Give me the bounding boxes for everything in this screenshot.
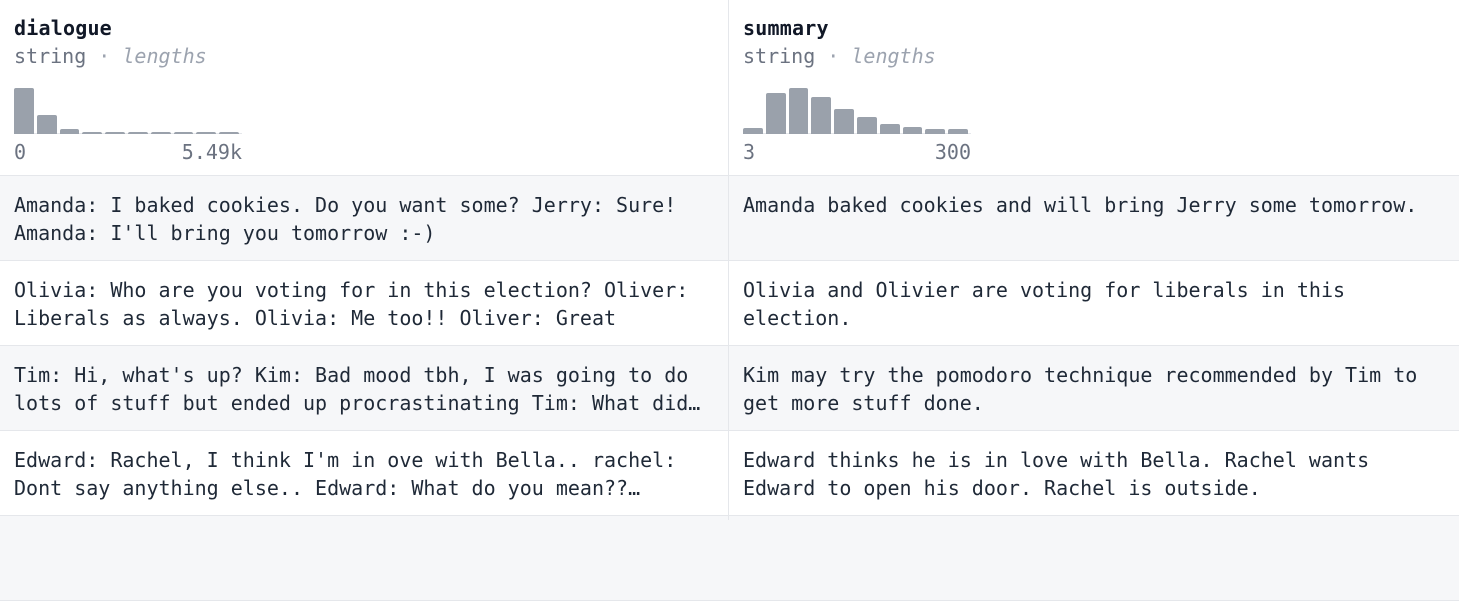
- column-name: dialogue: [14, 16, 112, 40]
- column-type: string · lengths: [743, 44, 936, 68]
- dialogue-cell[interactable]: Olivia: Who are you voting for in this e…: [0, 261, 728, 346]
- length-histogram[interactable]: [743, 84, 971, 134]
- column-header-summary[interactable]: summary string · lengths 3 300: [729, 0, 1459, 176]
- histogram-bar[interactable]: [59, 129, 80, 134]
- table-row[interactable]: Olivia: Who are you voting for in this e…: [0, 261, 1459, 346]
- histogram-bar[interactable]: [82, 132, 103, 134]
- table-row[interactable]: Amanda: I baked cookies. Do you want som…: [0, 176, 1459, 261]
- histogram-bar[interactable]: [834, 108, 854, 134]
- cell-text: Olivia and Olivier are voting for libera…: [743, 278, 1346, 330]
- dialogue-cell[interactable]: Tim: Hi, what's up? Kim: Bad mood tbh, I…: [0, 346, 728, 431]
- dialogue-cell[interactable]: Amanda: I baked cookies. Do you want som…: [0, 176, 728, 261]
- histogram-bar[interactable]: [743, 128, 763, 134]
- histogram-bar[interactable]: [879, 123, 900, 134]
- summary-cell[interactable]: Amanda baked cookies and will bring Jerr…: [729, 176, 1459, 261]
- summary-cell[interactable]: Edward thinks he is in love with Bella. …: [729, 431, 1459, 516]
- histogram-bar[interactable]: [219, 132, 239, 134]
- table-row[interactable]: [0, 516, 1459, 601]
- table-row[interactable]: Edward: Rachel, I think I'm in ove with …: [0, 431, 1459, 516]
- summary-cell[interactable]: Olivia and Olivier are voting for libera…: [729, 261, 1459, 346]
- cell-text: Kim may try the pomodoro technique recom…: [743, 363, 1418, 415]
- histogram-bar[interactable]: [857, 117, 877, 134]
- cell-text: Edward: Rachel, I think I'm in ove with …: [14, 448, 677, 500]
- cell-text: Amanda: I baked cookies. Do you want som…: [14, 193, 677, 245]
- type-label: string: [743, 44, 816, 68]
- histogram-bar[interactable]: [128, 132, 148, 134]
- cell-text: Edward thinks he is in love with Bella. …: [743, 448, 1370, 500]
- type-separator: ·: [98, 44, 111, 68]
- length-histogram[interactable]: [14, 84, 242, 134]
- dataset-table: dialogue string · lengths 0 5.49k summar…: [0, 0, 1459, 601]
- cell-text: Amanda baked cookies and will bring Jerr…: [743, 193, 1418, 217]
- histogram-max-label: 300: [934, 140, 971, 164]
- histogram-bar[interactable]: [14, 88, 34, 134]
- histogram-bar[interactable]: [765, 92, 786, 134]
- dialogue-cell[interactable]: Edward: Rachel, I think I'm in ove with …: [0, 431, 728, 516]
- histogram-bar[interactable]: [105, 132, 125, 134]
- type-hint: lengths: [851, 44, 936, 68]
- table-row[interactable]: Tim: Hi, what's up? Kim: Bad mood tbh, I…: [0, 346, 1459, 431]
- type-hint: lengths: [122, 44, 207, 68]
- type-label: string: [14, 44, 87, 68]
- histogram-bar[interactable]: [788, 88, 809, 134]
- cell-text: Tim: Hi, what's up? Kim: Bad mood tbh, I…: [14, 363, 689, 415]
- summary-cell[interactable]: Kim may try the pomodoro technique recom…: [729, 346, 1459, 431]
- histogram-bar[interactable]: [902, 127, 923, 134]
- histogram-bar[interactable]: [150, 132, 171, 134]
- cell-text: Olivia: Who are you voting for in this e…: [14, 278, 689, 330]
- histogram-bar[interactable]: [948, 129, 968, 134]
- histogram-bar[interactable]: [173, 132, 194, 134]
- histogram-bar[interactable]: [925, 129, 946, 134]
- histogram-bar[interactable]: [811, 97, 832, 134]
- column-name: summary: [743, 16, 829, 40]
- column-header-dialogue[interactable]: dialogue string · lengths 0 5.49k: [0, 0, 728, 176]
- table-header: dialogue string · lengths 0 5.49k summar…: [0, 0, 1459, 176]
- column-divider[interactable]: [728, 0, 729, 520]
- histogram-bar[interactable]: [36, 114, 57, 134]
- type-separator: ·: [827, 44, 840, 68]
- histogram-bar[interactable]: [196, 132, 217, 134]
- histogram-max-label: 5.49k: [181, 140, 242, 164]
- column-type: string · lengths: [14, 44, 207, 68]
